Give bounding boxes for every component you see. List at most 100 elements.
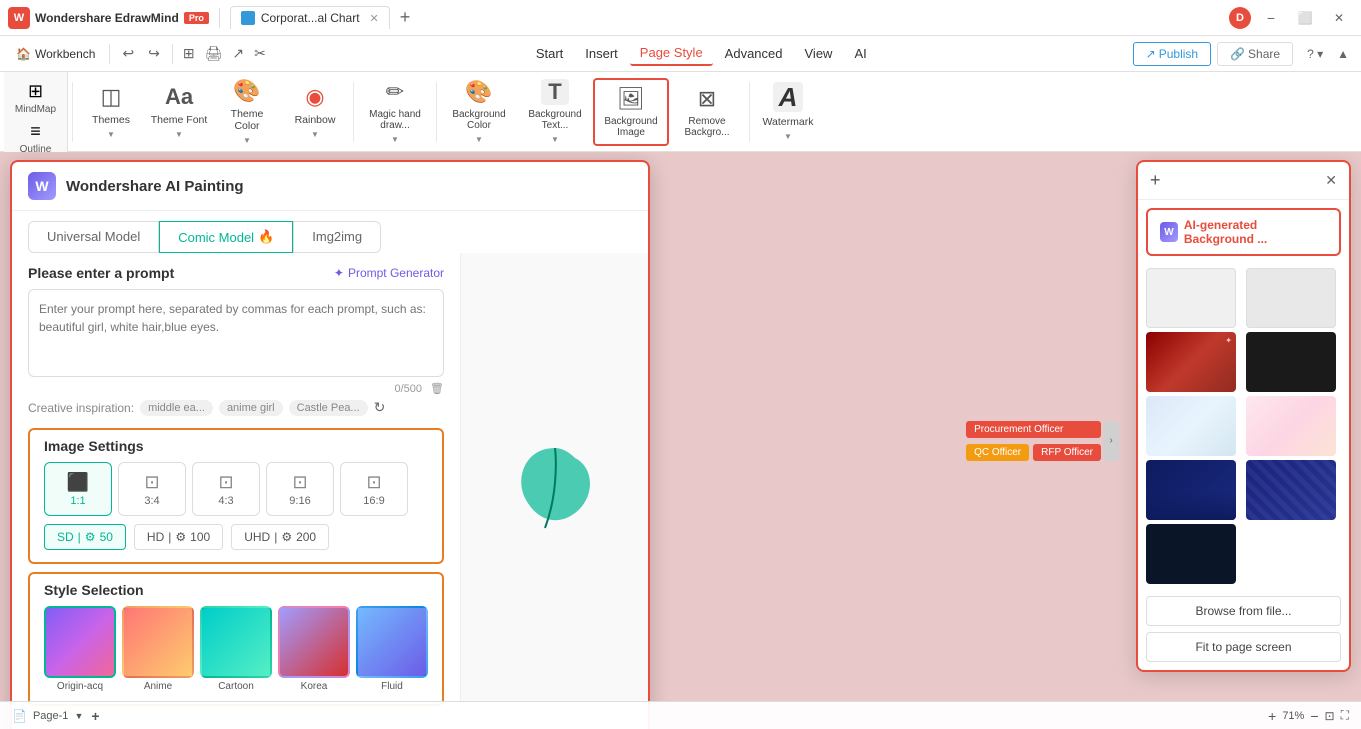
add-tab-btn[interactable]: + [396,7,415,28]
remove-bg-icon: ⊠ [698,86,716,112]
fullscreen-btn[interactable]: ⛶ [1341,708,1349,723]
ratio-row: ⬛ 1:1 ⊡ 3:4 ⊡ 4:3 ⊡ 9:16 [30,462,442,524]
tab-close[interactable]: ✕ [370,12,379,25]
uhd-icon: ⚙ [281,530,292,544]
workbench-icon: 🏠 [16,47,31,61]
undo-btn[interactable]: ↩ [116,41,140,66]
prompt-textarea[interactable] [28,289,444,377]
ai-panel-body: Please enter a prompt ✦ Prompt Generator… [12,253,648,722]
active-tab[interactable]: Corporat...al Chart ✕ [230,6,390,29]
style-grid: Origin-acq Anime Cartoon [30,606,442,704]
minimize-btn[interactable]: − [1257,4,1285,32]
char-count: 0/500 [395,383,423,395]
zoom-in-btn[interactable]: + [1268,708,1276,724]
themes-icon: ◫ [101,84,122,110]
style-selection-header: Style Selection [30,574,442,606]
quality-sd[interactable]: SD | ⚙ 50 [44,524,126,550]
watermark-tool[interactable]: A Watermark ▼ [754,78,822,146]
theme-color-tool[interactable]: 🎨 Theme Color ▼ [213,78,281,146]
ratio-4-3[interactable]: ⊡ 4:3 [192,462,260,516]
menu-item-ai[interactable]: AI [844,42,876,65]
right-collapse-handle[interactable]: › [1103,421,1119,461]
ratio-3-4-icon: ⊡ [144,472,159,493]
theme-color-label: Theme Color [217,108,277,132]
themes-label: Themes [92,114,130,126]
close-btn[interactable]: ✕ [1325,4,1353,32]
remove-bg-label: Remove Backgro... [673,116,741,138]
bg-image-label: Background Image [599,116,663,138]
tab-img2img[interactable]: Img2img [293,221,381,253]
bg-panel-add-icon[interactable]: + [1150,170,1161,191]
ratio-16-9[interactable]: ⊡ 16:9 [340,462,408,516]
maximize-btn[interactable]: ⬜ [1291,4,1319,32]
bg-thumb-blank-mid[interactable] [1246,268,1336,328]
ratio-9-16[interactable]: ⊡ 9:16 [266,462,334,516]
page-dropdown-icon[interactable]: ▼ [74,711,83,721]
bg-thumb-navy-pattern[interactable] [1246,460,1336,520]
style-korea[interactable]: Korea [278,606,350,692]
creative-tag-3[interactable]: Castle Pea... [289,400,368,416]
style-anime[interactable]: Anime [122,606,194,692]
tab-universal[interactable]: Universal Model [28,221,159,253]
help-btn[interactable]: ? ▾ [1299,43,1331,65]
tab-separator [219,8,220,28]
ai-bg-btn[interactable]: W AI-generated Background ... [1146,208,1341,256]
publish-btn[interactable]: ↗ Publish [1133,42,1211,66]
quality-uhd[interactable]: UHD | ⚙ 200 [231,524,329,550]
bg-thumb-light-blue[interactable] [1146,396,1236,456]
style-cartoon[interactable]: Cartoon [200,606,272,692]
zoom-out-btn[interactable]: − [1310,708,1318,724]
outline-icon: ≡ [30,121,41,142]
workbench-label: Workbench [35,47,95,61]
sd-value: 50 [100,530,113,544]
tab-comic[interactable]: Comic Model 🔥 [159,221,293,253]
prompt-generator-btn[interactable]: ✦ Prompt Generator [334,266,444,280]
menu-item-page-style[interactable]: Page Style [630,41,713,66]
ratio-3-4[interactable]: ⊡ 3:4 [118,462,186,516]
bg-thumb-black[interactable] [1246,332,1336,392]
add-page-btn[interactable]: + [91,708,99,724]
rainbow-tool[interactable]: ◉ Rainbow ▼ [281,78,349,146]
sd-sep: | [78,530,81,544]
ratio-1-1[interactable]: ⬛ 1:1 [44,462,112,516]
bg-image-tool[interactable]: 🖼 Background Image [593,78,669,146]
quality-hd[interactable]: HD | ⚙ 100 [134,524,223,550]
themes-tool[interactable]: ◫ Themes ▼ [77,78,145,146]
collapse-btn[interactable]: ▲ [1333,43,1353,65]
bg-text-tool[interactable]: T Background Text... ▼ [517,78,593,146]
bg-thumb-blank-light[interactable] [1146,268,1236,328]
bg-color-label: Background Color [445,109,513,131]
remove-bg-tool[interactable]: ⊠ Remove Backgro... [669,78,745,146]
delete-icon[interactable]: 🗑 [430,382,444,395]
bg-panel-close-icon[interactable]: ✕ [1325,172,1337,189]
menu-item-start[interactable]: Start [526,42,573,65]
creative-tag-2[interactable]: anime girl [219,400,283,416]
bg-thumb-dark-blue[interactable] [1146,460,1236,520]
workbench-btn[interactable]: 🏠 Workbench [8,43,103,65]
style-korea-label: Korea [301,681,328,692]
fit-screen-btn[interactable]: ⊡ [1325,709,1335,723]
menu-item-advanced[interactable]: Advanced [715,42,793,65]
bg-thumb-red[interactable]: ✦ [1146,332,1236,392]
style-origin-acq[interactable]: Origin-acq [44,606,116,692]
menu-item-insert[interactable]: Insert [575,42,628,65]
refresh-icon[interactable]: ↻ [374,399,386,416]
bg-thumb-pink[interactable] [1246,396,1336,456]
creative-tag-1[interactable]: middle ea... [140,400,213,416]
style-fluid[interactable]: Fluid [356,606,428,692]
menu-item-view[interactable]: View [795,42,843,65]
mindmap-btn[interactable]: ⊞ MindMap [9,78,62,118]
bg-color-tool[interactable]: 🎨 Background Color ▼ [441,78,517,146]
ai-form: Please enter a prompt ✦ Prompt Generator… [12,253,460,722]
bg-thumb-dark-navy[interactable] [1146,524,1236,584]
share-btn[interactable]: 🔗 Share [1217,42,1293,66]
theme-font-tool[interactable]: Aa Theme Font ▼ [145,78,213,146]
watermark-caret: ▼ [784,132,792,141]
redo-btn[interactable]: ↪ [142,41,166,66]
magic-hand-tool[interactable]: ✏ Magic hand draw... ▼ [358,78,432,146]
browse-file-btn[interactable]: Browse from file... [1146,596,1341,626]
prompt-gen-label: Prompt Generator [348,266,444,280]
theme-font-label: Theme Font [151,114,208,126]
fit-to-page-btn[interactable]: Fit to page screen [1146,632,1341,662]
toolbar-sep-main [72,82,73,142]
